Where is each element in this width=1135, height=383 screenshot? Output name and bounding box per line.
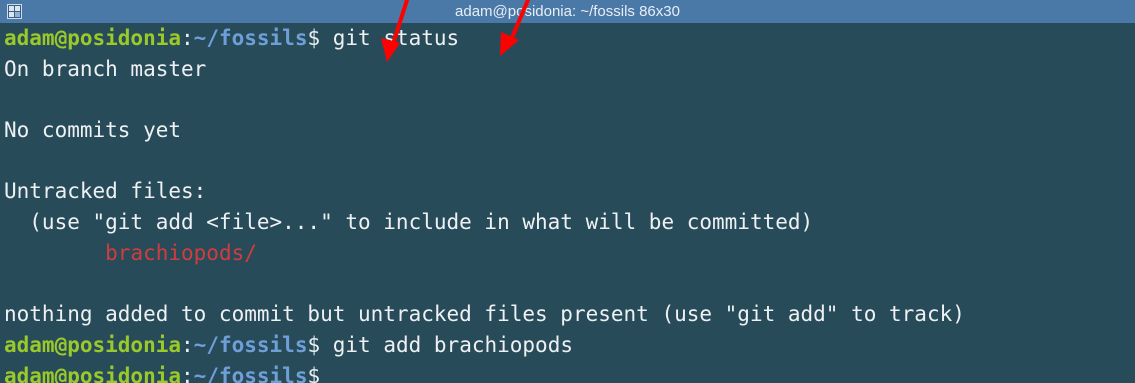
prompt-colon: : — [181, 26, 194, 50]
untracked-file-entry: brachiopods/ — [4, 240, 257, 265]
output-line: On branch master — [4, 56, 207, 81]
prompt-line-git-status: adam@posidonia:~/fossils$ git status — [0, 23, 1135, 54]
prompt-path: ~/fossils — [193, 332, 308, 357]
command-text: git status — [320, 26, 460, 50]
terminal-output-area[interactable]: adam@posidonia:~/fossils$ git status On … — [0, 23, 1135, 383]
prompt-user-host: adam@posidonia — [4, 332, 182, 357]
output-line-blank — [0, 146, 1135, 177]
command-text: git add brachiopods — [320, 332, 573, 357]
prompt-colon: : — [181, 363, 194, 383]
title-bar[interactable]: adam@posidonia: ~/fossils 86x30 — [0, 0, 1135, 23]
output-line: No commits yet — [4, 118, 182, 143]
terminal-window: adam@posidonia: ~/fossils 86x30 adam@pos… — [0, 0, 1135, 383]
prompt-dollar: $ — [307, 332, 321, 357]
output-line-blank — [0, 84, 1135, 115]
prompt-user-host: adam@posidonia — [4, 26, 182, 50]
prompt-dollar: $ — [307, 26, 321, 50]
output-line: nothing added to commit but untracked fi… — [4, 302, 965, 327]
window-title: adam@posidonia: ~/fossils 86x30 — [455, 3, 680, 20]
prompt-line-current[interactable]: adam@posidonia:~/fossils$ — [0, 361, 1135, 383]
prompt-path: ~/fossils — [193, 26, 308, 50]
prompt-colon: : — [181, 332, 194, 357]
prompt-user-host: adam@posidonia — [4, 363, 182, 383]
prompt-dollar: $ — [307, 363, 321, 383]
output-line-hint: (use "git add <file>..." to include in w… — [4, 210, 814, 235]
prompt-path: ~/fossils — [193, 363, 308, 383]
prompt-line-git-add: adam@posidonia:~/fossils$ git add brachi… — [0, 330, 1135, 361]
output-line: Untracked files: — [4, 179, 207, 204]
output-line-blank — [0, 269, 1135, 300]
